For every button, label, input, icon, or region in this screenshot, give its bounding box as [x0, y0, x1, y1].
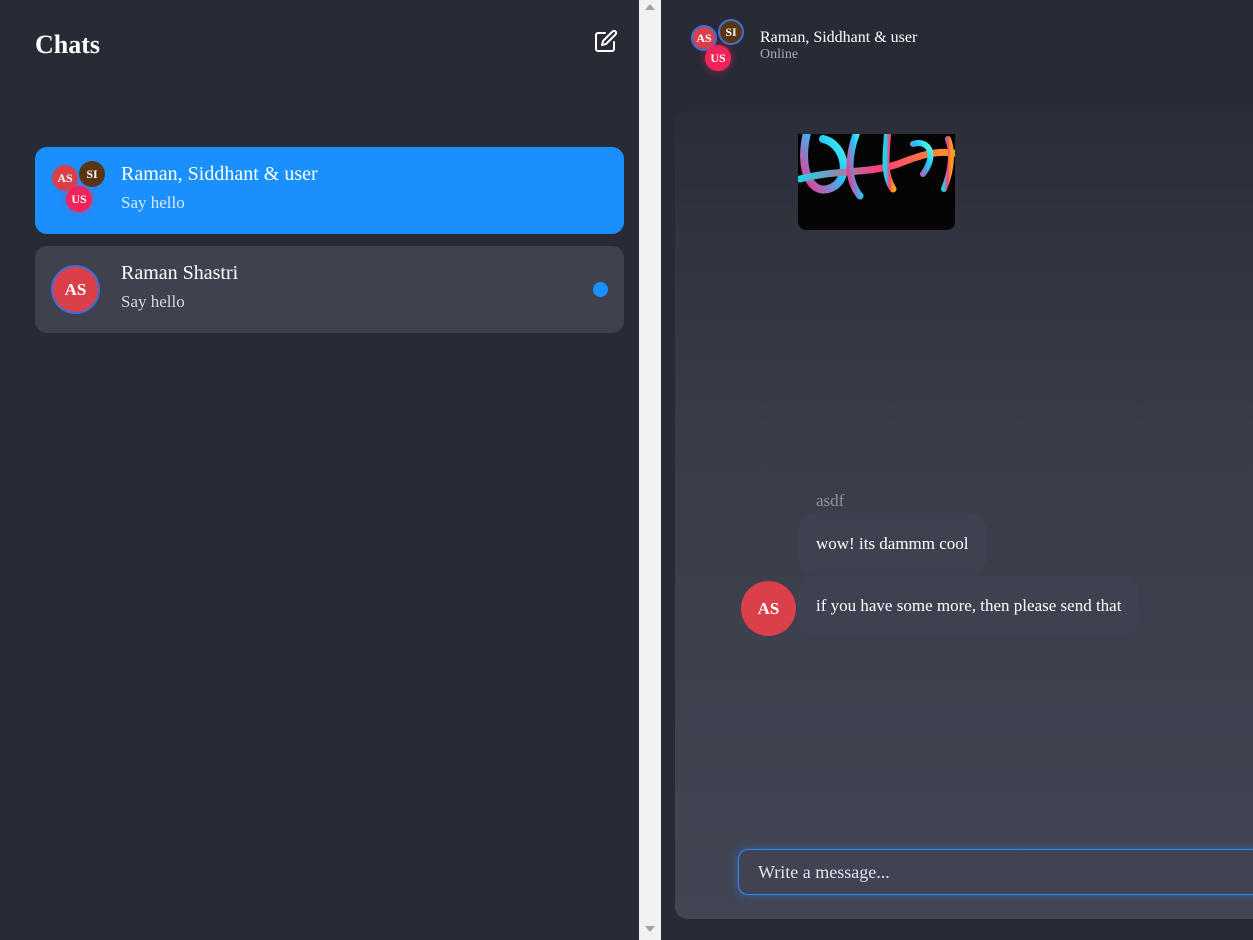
chat-name: Raman, Siddhant & user: [121, 163, 318, 185]
compose-button[interactable]: [594, 29, 618, 53]
avatar: SI: [718, 19, 744, 45]
conversation-panel: AS SI US Raman, Siddhant & user Online a…: [661, 0, 1253, 940]
image-message[interactable]: [798, 134, 955, 230]
chats-title: Chats: [35, 30, 101, 59]
message-bubble: wow! its dammm cool: [798, 514, 987, 574]
avatar: SI: [79, 161, 105, 187]
message-avatar: AS: [741, 581, 796, 636]
abstract-lettering-image: [798, 134, 955, 200]
chat-preview: Say hello: [121, 292, 185, 311]
edit-square-icon: [595, 29, 618, 52]
scroll-up-arrow-icon[interactable]: [645, 4, 655, 10]
avatar: US: [705, 45, 731, 71]
online-status: Online: [760, 47, 799, 62]
chat-name: Raman Shastri: [121, 262, 239, 284]
message-input-wrapper: [738, 849, 1253, 895]
message-sender-name: asdf: [816, 491, 845, 510]
unread-indicator: [593, 282, 608, 297]
chat-list-panel: Chats AS SI US Raman, Siddhant & user Sa…: [0, 0, 639, 940]
chat-item-raman-shastri[interactable]: AS Raman Shastri Say hello: [35, 246, 624, 333]
chat-preview: Say hello: [121, 193, 185, 212]
message-bubble: if you have some more, then please send …: [798, 576, 1140, 636]
avatar: AS: [51, 265, 100, 314]
message-input[interactable]: [739, 850, 1253, 894]
chat-item-raman-siddhant-user[interactable]: AS SI US Raman, Siddhant & user Say hell…: [35, 147, 624, 234]
scroll-down-arrow-icon[interactable]: [645, 926, 655, 932]
message-area: asdf wow! its dammm cool if you have som…: [675, 110, 1253, 919]
avatar: US: [66, 186, 92, 212]
scrollbar[interactable]: [639, 0, 661, 940]
conversation-title: Raman, Siddhant & user: [760, 29, 918, 46]
